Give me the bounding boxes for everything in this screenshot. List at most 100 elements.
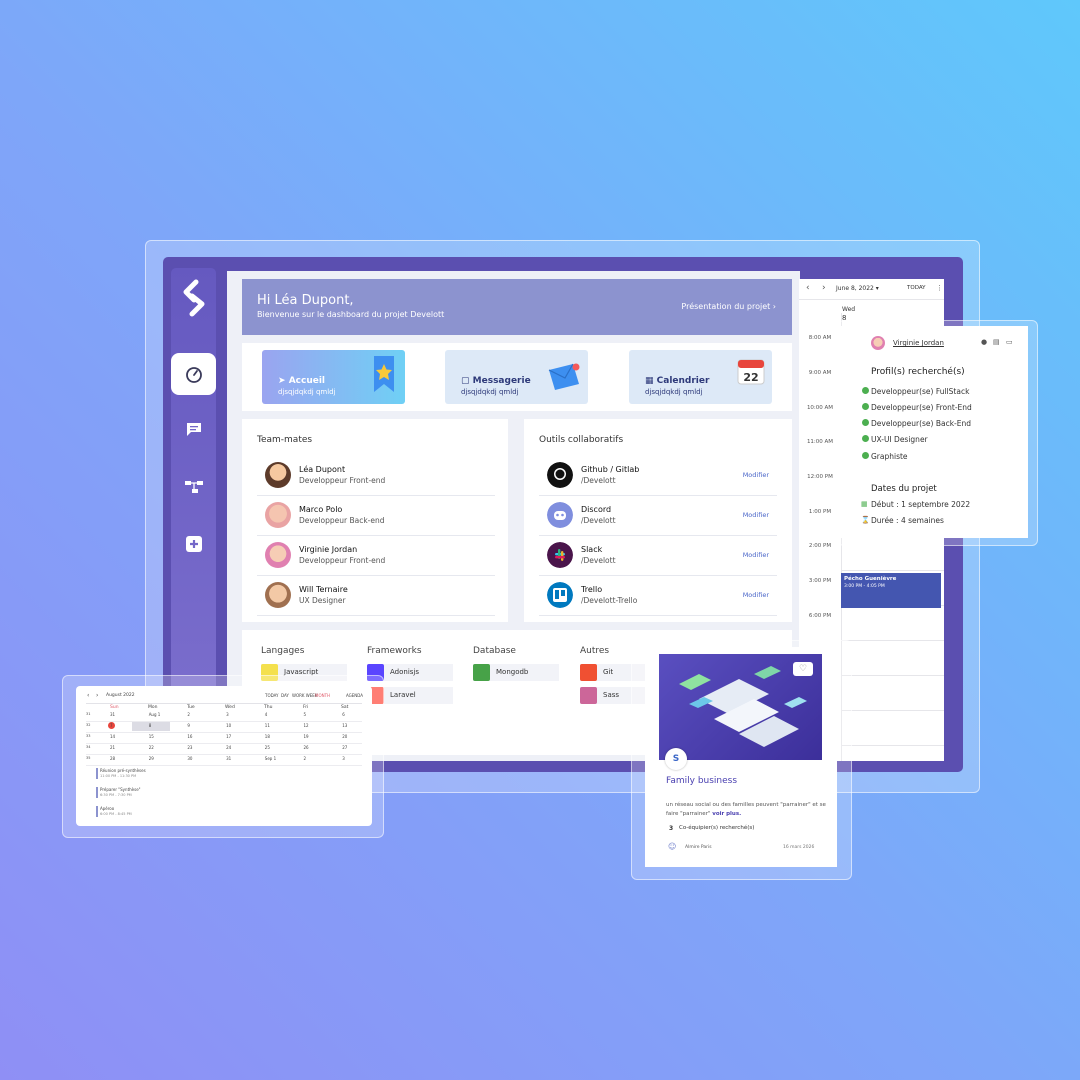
sidebar-item-add[interactable] [171,523,216,565]
calendar-day-cell[interactable]: 24 [226,745,231,750]
calendar-day-cell[interactable]: 9 [187,723,190,728]
calendar-day-cell[interactable]: 14 [110,734,115,739]
check-icon [862,435,869,442]
laptop-icon[interactable]: ▭ [1006,338,1013,346]
prev-chevron-icon[interactable]: ‹ [806,283,810,293]
teammate-row[interactable]: Virginie Jordan Developpeur Front-end [257,536,495,576]
tool-name: Github / Gitlab [581,465,640,474]
sass-icon [580,687,597,704]
calendar-day-cell[interactable]: 11 [265,723,270,728]
sidebar-item-dashboard[interactable] [171,353,216,395]
calendar-day-cell[interactable]: 2 [187,712,190,717]
view-agenda[interactable]: AGENDA [346,693,363,698]
calendar-day-cell[interactable]: 8 [149,723,152,728]
calendar-day-cell[interactable]: 19 [304,734,309,739]
calendar-day-cell[interactable]: Aug 1 [149,712,161,717]
project-title[interactable]: Family business [666,776,737,786]
project-presentation-link[interactable]: Présentation du projet › [681,302,776,311]
calendar-day-cell[interactable]: Sep 1 [265,756,276,761]
card-accueil[interactable]: ➤ Accueil djsqjdqkdj qmldj [262,350,405,404]
view-work-week[interactable]: WORK WEEK [292,693,317,698]
calendar-day-cell[interactable]: 6 [342,712,345,717]
calendar-day-cell[interactable]: 27 [342,745,347,750]
calendar-day-cell[interactable]: 20 [342,734,347,739]
start-date: ▦ Début : 1 septembre 2022 [861,500,971,509]
sidebar-item-tree[interactable] [171,466,216,508]
calendar-day-cell[interactable]: 22 [149,745,154,750]
view-today[interactable]: TODAY [265,693,278,698]
tool-row: Slack /Develott Modifier [539,536,777,576]
modify-button[interactable]: Modifier [743,471,769,479]
tools-panel: Outils collaboratifs Github / Gitlab /De… [524,419,792,622]
teammate-row[interactable]: Léa Dupont Developpeur Front-end [257,456,495,496]
more-options-icon[interactable]: ⋮ [936,284,943,292]
calendar-day-cell[interactable]: 31 [110,712,115,717]
calendar-day-cell[interactable]: 28 [110,756,115,761]
tool-name: Discord [581,505,612,514]
calendar-day-cell[interactable]: 21 [110,745,115,750]
next-chevron-icon[interactable]: › [96,692,98,699]
see-more-link[interactable]: voir plus. [712,811,741,817]
avatar [265,462,291,488]
modify-button[interactable]: Modifier [743,591,769,599]
calendar-22-icon: 22 [737,359,765,385]
card-calendrier-title: ▦ Calendrier [645,376,710,386]
project-card[interactable]: ♡ S Family business un réseau social ou … [645,647,837,867]
teammate-name: Will Ternaire [299,585,348,594]
next-chevron-icon[interactable]: › [822,283,826,293]
card-accueil-title: ➤ Accueil [278,376,326,386]
calendar-day-cell[interactable]: 13 [342,723,347,728]
calendar-day-cell[interactable]: 23 [187,745,192,750]
teammate-row[interactable]: Will Ternaire UX Designer [257,576,495,616]
card-messagerie[interactable]: ▢ Messagerie djsqjdqkdj qmldj [445,350,588,404]
teammate-row[interactable]: Marco Polo Developpeur Back-end [257,496,495,536]
calendar-day-cell[interactable]: 29 [149,756,154,761]
calendar-day-cell[interactable]: 4 [265,712,268,717]
calendar-day-cell[interactable]: 31 [226,756,231,761]
calendar-day-cell[interactable]: 16 [187,734,192,739]
calendar-day-cell[interactable]: 26 [304,745,309,750]
week-divider [86,732,362,733]
agenda-event-time: 6:30 PM - 7:30 PM [100,793,132,797]
date-dropdown[interactable]: June 8, 2022 ▾ [836,285,879,292]
calendar-day-cell[interactable]: 15 [149,734,154,739]
calendar-day-cell[interactable]: 17 [226,734,231,739]
agenda-event-title[interactable]: Préparer "Synthèse" [100,787,141,792]
teammates-title: Team-mates [257,435,313,445]
card-accueil-sub: djsqjdqkdj qmldj [278,388,336,396]
calendar-day-cell[interactable]: 5 [304,712,307,717]
sidebar-item-messages[interactable] [171,408,216,450]
modify-button[interactable]: Modifier [743,511,769,519]
heart-icon[interactable]: ♡ [793,662,813,676]
hourglass-icon: ⌛ [861,516,870,524]
modify-button[interactable]: Modifier [743,551,769,559]
month-label[interactable]: August 2022 [106,693,135,698]
calendar-day-cell[interactable]: 2 [304,756,307,761]
calendar-day-cell[interactable]: 7 [110,723,113,728]
view-month[interactable]: MONTH [315,693,330,698]
github-icon[interactable]: ● [981,338,987,346]
agenda-event-time: 6:00 PM - 8:45 PM [100,812,132,816]
view-day[interactable]: DAY [281,693,289,698]
project-author: Almire Paris [685,845,712,850]
profile-item: Developpeur(se) FullStack [862,387,969,396]
today-button[interactable]: TODAY [907,285,926,291]
plus-icon [185,536,202,552]
profile-user-link[interactable]: Virginie Jordan [893,339,944,347]
calendar-day-cell[interactable]: 10 [226,723,231,728]
tool-path: /Develott [581,516,616,525]
card-calendrier[interactable]: 22 ▦ Calendrier djsqjdqkdj qmldj [629,350,772,404]
agenda-event-title[interactable]: Réunion pré-synthèses [100,768,146,773]
teammates-panel: Team-mates Léa Dupont Developpeur Front-… [242,419,508,622]
calendar-event[interactable]: Pécho Guenièvre 3:00 PM - 4:05 PM [841,573,941,608]
welcome-subtitle: Bienvenue sur le dashboard du projet Dev… [257,310,445,319]
calendar-day-cell[interactable]: 18 [265,734,270,739]
calendar-icon[interactable]: ▤ [993,338,1000,346]
calendar-day-cell[interactable]: 12 [304,723,309,728]
calendar-day-cell[interactable]: 30 [187,756,192,761]
calendar-day-cell[interactable]: 3 [226,712,229,717]
calendar-day-cell[interactable]: 3 [342,756,345,761]
calendar-day-cell[interactable]: 25 [265,745,270,750]
prev-chevron-icon[interactable]: ‹ [87,692,89,699]
agenda-event-title[interactable]: Apéroo [100,806,114,811]
